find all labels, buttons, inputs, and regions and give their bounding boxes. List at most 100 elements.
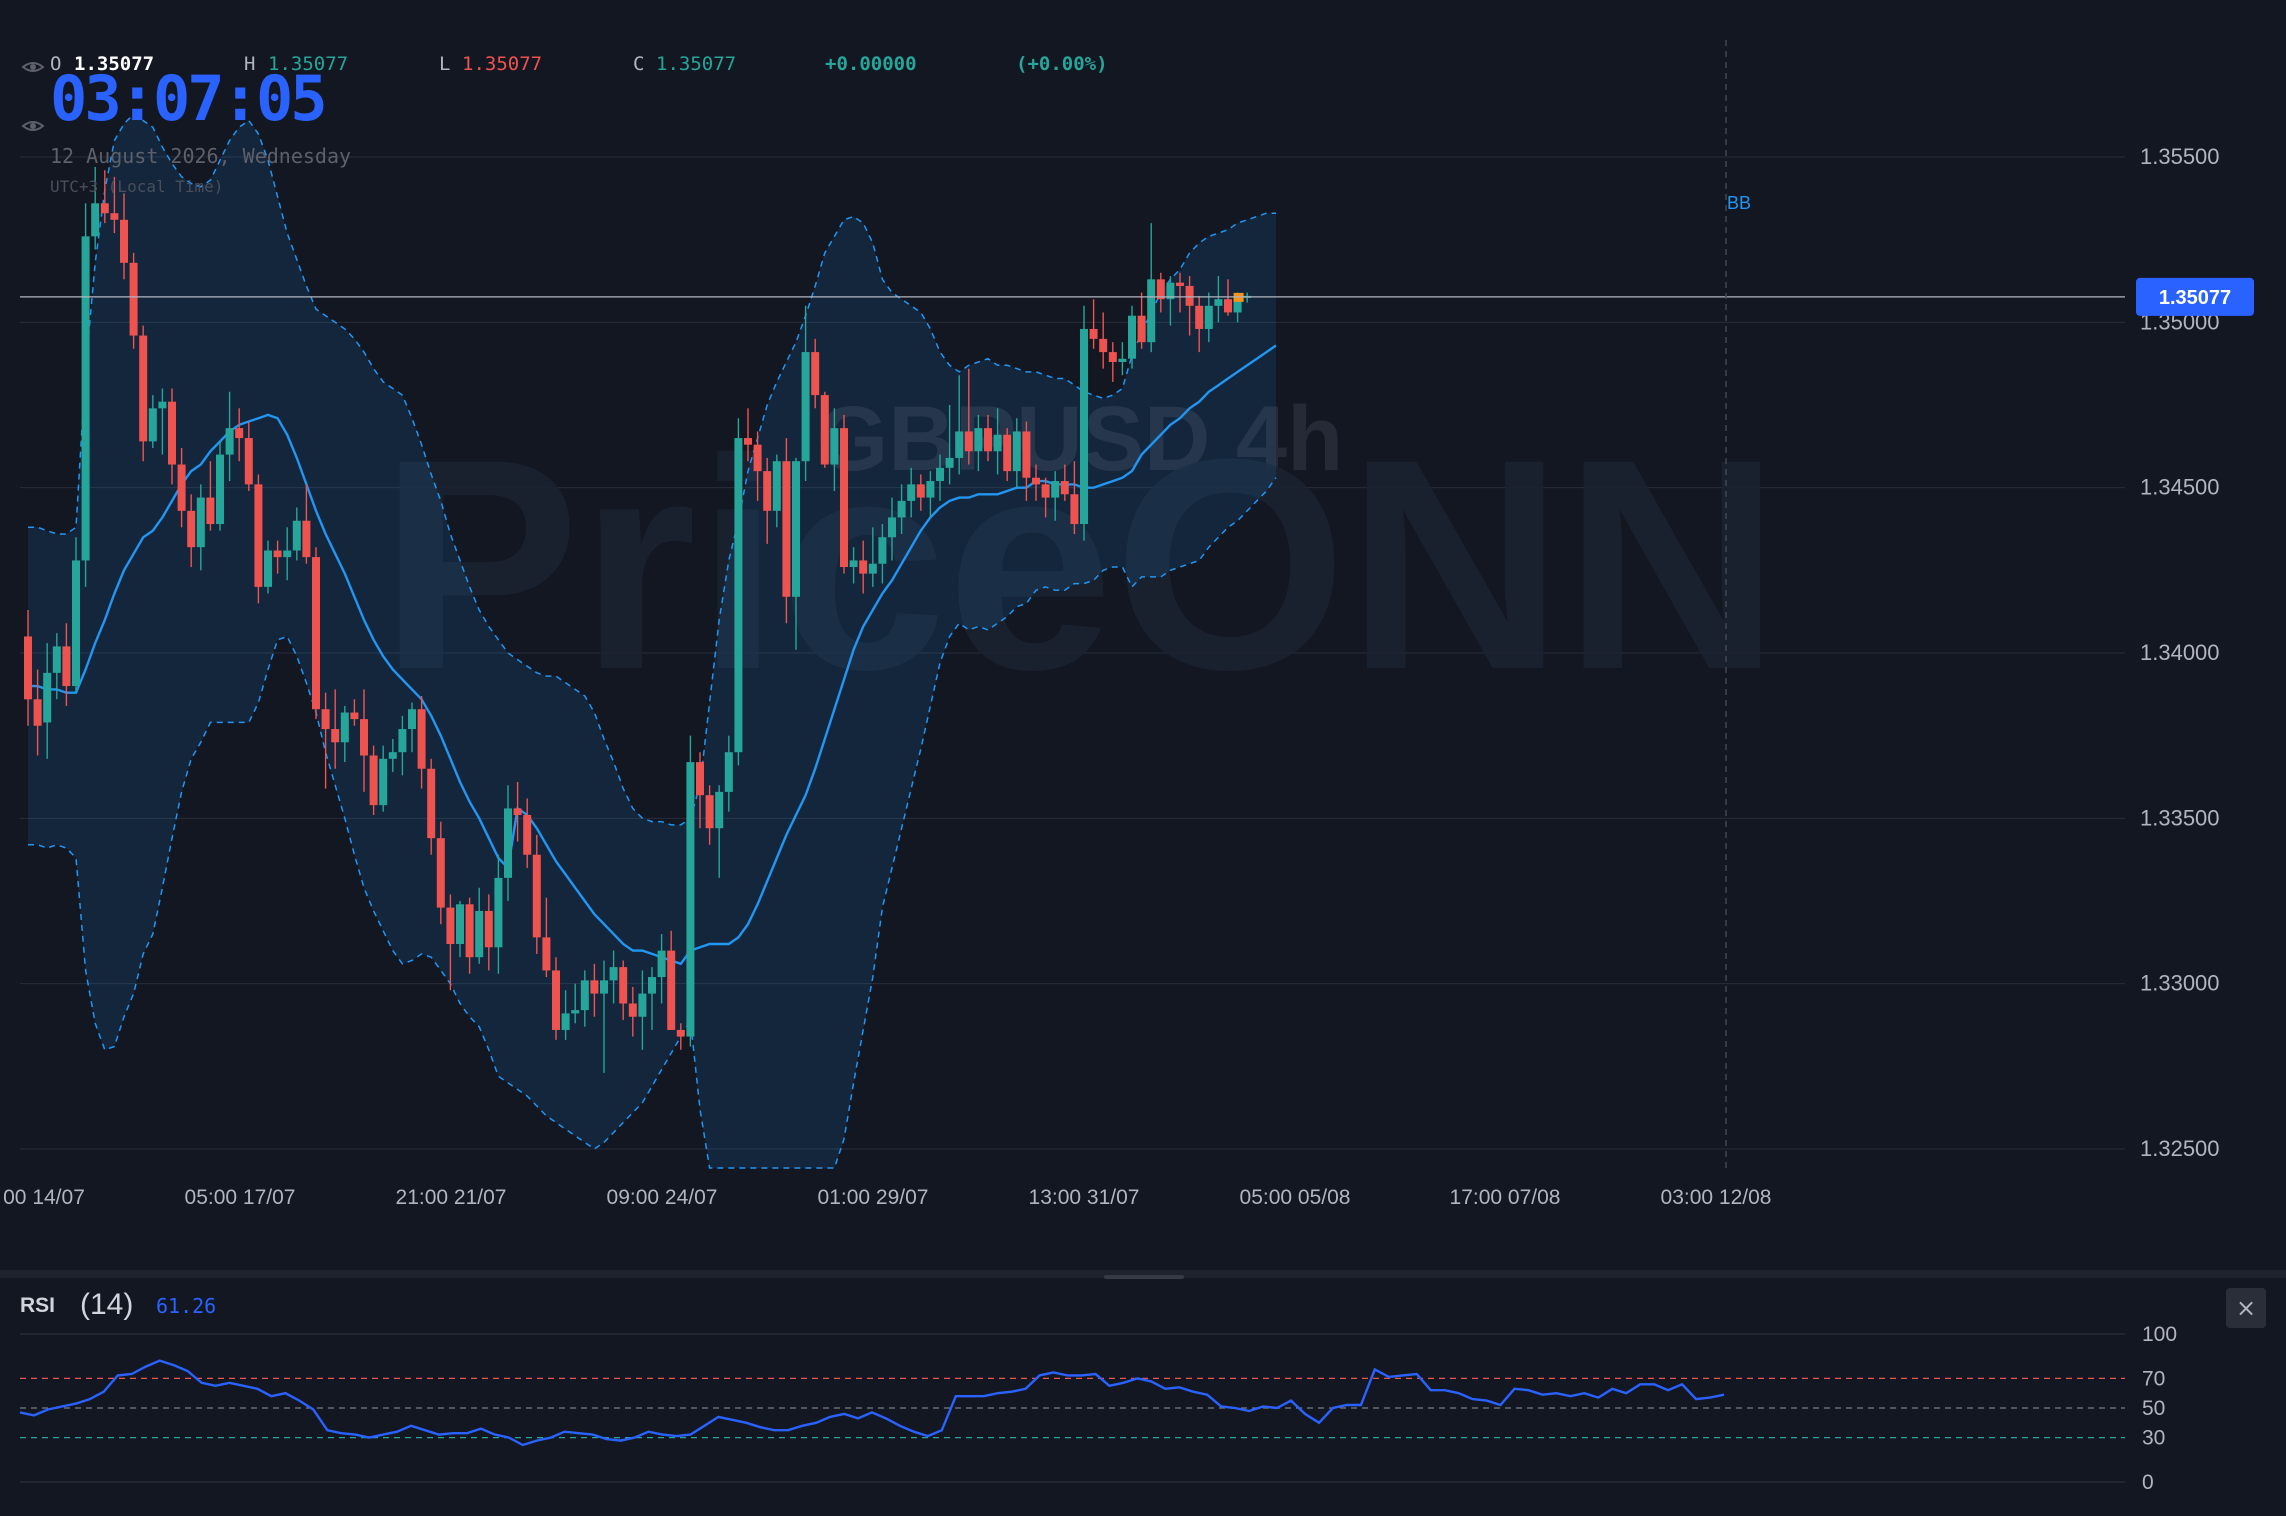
candle-body <box>523 815 532 855</box>
candle-body <box>273 550 282 558</box>
close-indicator-button[interactable]: × <box>2226 1288 2266 1328</box>
price-tick-label: 1.35500 <box>2140 144 2220 169</box>
rsi-name: RSI <box>20 1294 55 1317</box>
candle-body <box>331 729 340 743</box>
candle-body <box>542 937 551 971</box>
candle-body <box>984 428 992 452</box>
rsi-tick-label: 30 <box>2142 1427 2165 1450</box>
candle-body <box>782 461 791 597</box>
time-tick-label: 13:00 31/07 <box>1029 1186 1140 1209</box>
last-price-tag-text: 1.35077 <box>2159 287 2231 309</box>
candle-body <box>177 464 186 511</box>
time-tick-label: 17:00 07/08 <box>1450 1186 1561 1209</box>
price-tick-label: 1.34500 <box>2140 475 2220 500</box>
time-tick-label: 09:00 24/07 <box>607 1186 718 1209</box>
clock-date: 12 August 2026, Wednesday <box>50 144 351 168</box>
candle-body <box>129 262 138 336</box>
time-tick-label: 01:00 29/07 <box>818 1186 929 1209</box>
candle <box>129 252 138 349</box>
candle-body <box>1080 328 1088 525</box>
candle-body <box>696 762 704 796</box>
candle-body <box>772 461 781 511</box>
candle-body <box>168 401 176 465</box>
candle-body <box>398 729 407 753</box>
eye-icon[interactable] <box>21 62 45 72</box>
candle-body <box>993 434 1002 452</box>
candle-body <box>1176 282 1184 286</box>
candle-body <box>600 980 608 994</box>
candle-body <box>926 481 935 498</box>
candle-body <box>120 219 128 263</box>
time-axis: 00 14/07 05:00 17/07 21:00 21/07 09:00 24/0… <box>3 1186 1771 1209</box>
candle-body <box>254 484 263 587</box>
candle-body <box>408 709 416 730</box>
candle-body <box>849 560 858 568</box>
candle <box>686 735 695 1047</box>
candle <box>312 547 320 720</box>
candle-body <box>1204 305 1213 329</box>
price-tick-label: 1.34000 <box>2140 640 2220 665</box>
candle-body <box>936 467 944 482</box>
candle-body <box>609 967 618 981</box>
candle-body <box>302 520 311 558</box>
candle-body <box>110 213 119 220</box>
candle-body <box>964 431 973 452</box>
price-tick-label: 1.32500 <box>2140 1136 2220 1161</box>
candle-body <box>1032 477 1040 485</box>
candle-body <box>465 904 474 958</box>
candle-body <box>225 428 234 455</box>
eye-icon[interactable] <box>21 121 45 131</box>
candle-body <box>33 699 42 726</box>
candle-body <box>907 484 916 501</box>
candle <box>820 391 829 468</box>
candle-body <box>264 550 272 587</box>
clock-time: 03:07:05 <box>50 62 325 135</box>
candle-body <box>494 877 503 948</box>
candle-body <box>427 768 436 839</box>
candle-body <box>974 428 983 452</box>
candle-body <box>638 993 647 1017</box>
candle-body <box>436 838 445 908</box>
candle-body <box>945 457 954 468</box>
chart-canvas[interactable]: GBPUSD 4h PriceONN 1.355001.350001.34500… <box>0 0 2286 1516</box>
candle-body <box>158 401 167 409</box>
candle-body <box>676 1029 685 1037</box>
candle-body <box>350 712 359 720</box>
candle-body <box>792 461 800 597</box>
candle-body <box>52 646 61 673</box>
candle-body <box>24 636 32 700</box>
rsi-tick-label: 100 <box>2142 1323 2177 1346</box>
candle-body <box>1185 285 1194 306</box>
candle-body <box>235 428 244 439</box>
candle-body <box>148 408 157 442</box>
candle-body <box>820 395 829 465</box>
candle <box>216 441 224 531</box>
candle-body <box>1195 305 1204 329</box>
clock-widget: 03:07:05 12 August 2026, Wednesday UTC+3… <box>21 62 351 196</box>
candle-body <box>1147 279 1156 343</box>
candle <box>840 414 848 574</box>
candle-body <box>897 500 906 518</box>
time-tick-label: 05:00 17/07 <box>185 1186 296 1209</box>
candle-body <box>868 563 877 574</box>
time-tick-label: 03:00 12/08 <box>1661 1186 1772 1209</box>
rsi-line <box>19 1359 1725 1447</box>
candle-body <box>619 967 628 1004</box>
candle-body <box>72 560 80 687</box>
pane-resize-handle[interactable] <box>1104 1275 1184 1279</box>
candle-body <box>686 762 695 1037</box>
candle-body <box>1099 338 1108 353</box>
candle-body <box>705 795 714 829</box>
candle-body <box>590 980 599 994</box>
change-value: +0.00000 <box>825 53 917 75</box>
candle-body <box>206 497 215 525</box>
candle-body <box>955 431 964 458</box>
candle-body <box>196 497 205 548</box>
price-tick-label: 1.33000 <box>2140 971 2220 996</box>
candle <box>254 474 263 604</box>
close-value: 1.35077 <box>656 53 736 75</box>
change-percent: (+0.00%) <box>1016 53 1108 75</box>
candle-body <box>1041 484 1050 498</box>
candle-body <box>388 752 397 759</box>
candle-body <box>292 520 301 551</box>
